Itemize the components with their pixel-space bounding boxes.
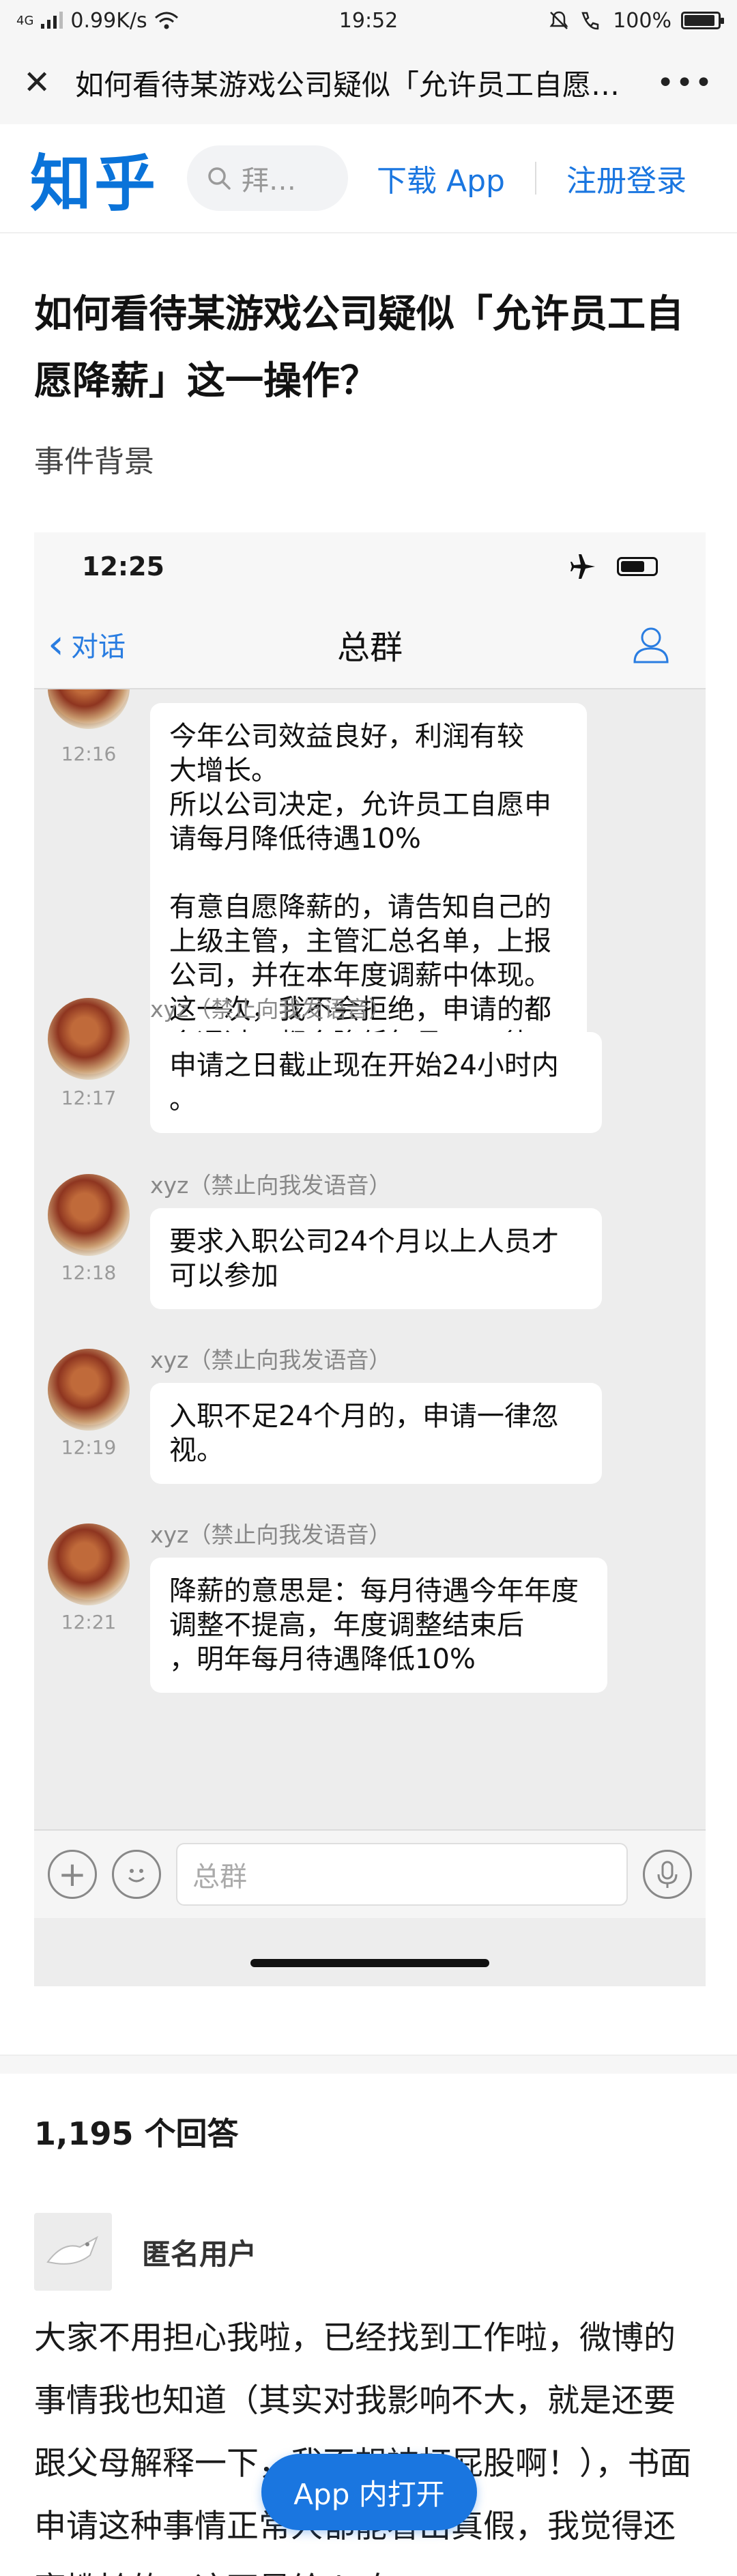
sender-avatar[interactable] bbox=[48, 1174, 130, 1256]
wifi-icon bbox=[154, 12, 178, 29]
network-speed: 0.99K/s bbox=[70, 8, 147, 33]
message-time: 12:17 bbox=[61, 1087, 117, 1109]
back-label: 对话 bbox=[71, 631, 126, 663]
login-link[interactable]: 注册登录 bbox=[566, 156, 687, 200]
chat-name: 总群 bbox=[336, 629, 403, 667]
search-placeholder: 拜… bbox=[242, 165, 296, 197]
message-bubble: 降薪的意思是：每月待遇今年年度 调整不提高，年度调整结束后 ，明年每月待遇降低1… bbox=[150, 1558, 607, 1693]
sender-avatar[interactable] bbox=[48, 689, 130, 729]
sender-name: xyz（禁止向我发语音） bbox=[150, 1172, 392, 1199]
sender-name: xyz（禁止向我发语音） bbox=[150, 996, 392, 1022]
message-bubble: 要求入职公司24个月以上人员才 可以参加 bbox=[150, 1208, 602, 1309]
message-bubble: 申请之日截止现在开始24小时内 。 bbox=[150, 1032, 602, 1133]
signal-icon bbox=[41, 12, 63, 29]
home-indicator bbox=[250, 1959, 489, 1967]
back-button[interactable]: ‹ 对话 bbox=[48, 624, 198, 665]
sender-name: xyz（禁止向我发语音） bbox=[150, 1347, 392, 1373]
anonymous-avatar-icon[interactable] bbox=[34, 2213, 112, 2291]
battery-percent: 100% bbox=[613, 8, 671, 33]
section-divider bbox=[0, 2055, 737, 2074]
browser-title-bar: ✕ 如何看待某游戏公司疑似「允许员工自愿… ••• bbox=[0, 41, 737, 124]
sender-avatar[interactable] bbox=[48, 998, 130, 1080]
network-label: 4G bbox=[16, 13, 34, 28]
message-time: 12:16 bbox=[61, 743, 117, 765]
ios-status-bar: 12:25 bbox=[34, 532, 706, 601]
more-icon[interactable]: ••• bbox=[656, 66, 714, 100]
person-icon bbox=[633, 627, 669, 663]
search-icon bbox=[208, 167, 231, 190]
status-bar: 4G 0.99K/s 19:52 100% bbox=[0, 0, 737, 41]
chat-nav-bar: ‹ 对话 总群 bbox=[34, 601, 706, 689]
sender-avatar[interactable] bbox=[48, 1523, 130, 1605]
chevron-left-icon: ‹ bbox=[48, 620, 64, 668]
sender-avatar[interactable] bbox=[48, 1349, 130, 1431]
message-time: 12:19 bbox=[61, 1436, 117, 1459]
open-in-app-button[interactable]: App 内打开 bbox=[261, 2454, 477, 2530]
emoji-icon[interactable] bbox=[112, 1850, 161, 1899]
call-icon bbox=[581, 12, 599, 30]
plus-icon[interactable]: + bbox=[48, 1850, 97, 1899]
sender-name: xyz（禁止向我发语音） bbox=[150, 1521, 392, 1548]
question-title: 如何看待某游戏公司疑似「允许员工自愿降薪」这一操作？ bbox=[34, 292, 684, 403]
answer-author-row[interactable]: 匿名用户 bbox=[34, 2213, 257, 2291]
download-app-link[interactable]: 下载 App bbox=[377, 156, 505, 200]
message-time: 12:18 bbox=[61, 1261, 117, 1284]
question-background-label: 事件背景 bbox=[34, 444, 154, 479]
ios-battery-icon bbox=[617, 557, 658, 576]
browser-page-title: 如何看待某游戏公司疑似「允许员工自愿… bbox=[75, 68, 620, 102]
ios-clock: 12:25 bbox=[82, 552, 164, 582]
chat-area[interactable]: 12:16 今年公司效益良好，利润有较 大增长。 所以公司决定，允许员工自愿申 … bbox=[34, 689, 706, 1829]
answers-count: 1,195 个回答 bbox=[34, 2115, 239, 2152]
search-box[interactable]: 拜… bbox=[187, 145, 348, 211]
message-bubble: 入职不足24个月的，申请一律忽 视。 bbox=[150, 1383, 602, 1484]
answer-text: 大家不用担心我啦，已经找到工作啦，微博的事情我也知道（其实对我影响不大，就是还要… bbox=[34, 2319, 692, 2576]
zhihu-logo[interactable]: 知乎 bbox=[30, 134, 158, 223]
chat-input-bar: + 总群 bbox=[34, 1829, 706, 1918]
header-divider bbox=[534, 162, 536, 195]
chat-screenshot[interactable]: 12:25 ‹ 对话 总群 12:16 今年公司效益良好，利润有较 大增长。 所… bbox=[34, 532, 706, 1986]
message-time: 12:21 bbox=[61, 1611, 117, 1633]
microphone-icon[interactable] bbox=[643, 1850, 692, 1899]
close-icon[interactable]: ✕ bbox=[23, 63, 61, 102]
battery-icon bbox=[681, 12, 724, 29]
author-name[interactable]: 匿名用户 bbox=[142, 2231, 257, 2273]
message-input[interactable]: 总群 bbox=[176, 1843, 628, 1906]
airplane-icon bbox=[570, 554, 595, 579]
mute-icon bbox=[549, 11, 568, 29]
zhihu-header: 知乎 拜… 下载 App 注册登录 bbox=[0, 124, 737, 233]
group-info-button[interactable] bbox=[542, 624, 692, 665]
